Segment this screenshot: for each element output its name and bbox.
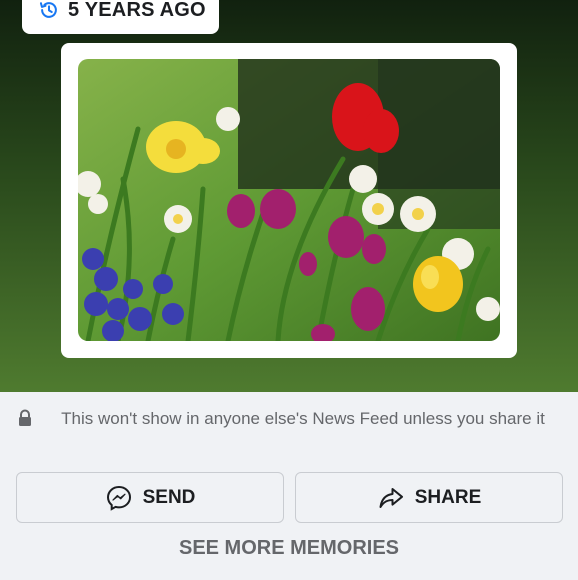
clock-history-icon <box>38 0 60 21</box>
lock-icon <box>16 409 34 427</box>
share-button-label: SHARE <box>414 486 482 508</box>
see-more-memories-link[interactable]: SEE MORE MEMORIES <box>0 537 578 560</box>
privacy-notice: This won't show in anyone else's News Fe… <box>16 406 562 431</box>
share-arrow-icon <box>377 484 405 512</box>
privacy-text: This won't show in anyone else's News Fe… <box>61 409 545 428</box>
memory-badge: 5 YEARS AGO <box>22 0 219 34</box>
send-button[interactable]: SEND <box>16 472 284 523</box>
send-button-label: SEND <box>142 486 196 508</box>
share-button[interactable]: SHARE <box>295 472 563 523</box>
memory-photo[interactable] <box>78 59 500 341</box>
memory-hero: 5 YEARS AGO <box>0 0 578 392</box>
memory-badge-label: 5 YEARS AGO <box>68 0 206 21</box>
photo-card[interactable] <box>61 43 517 358</box>
messenger-icon <box>105 484 133 512</box>
